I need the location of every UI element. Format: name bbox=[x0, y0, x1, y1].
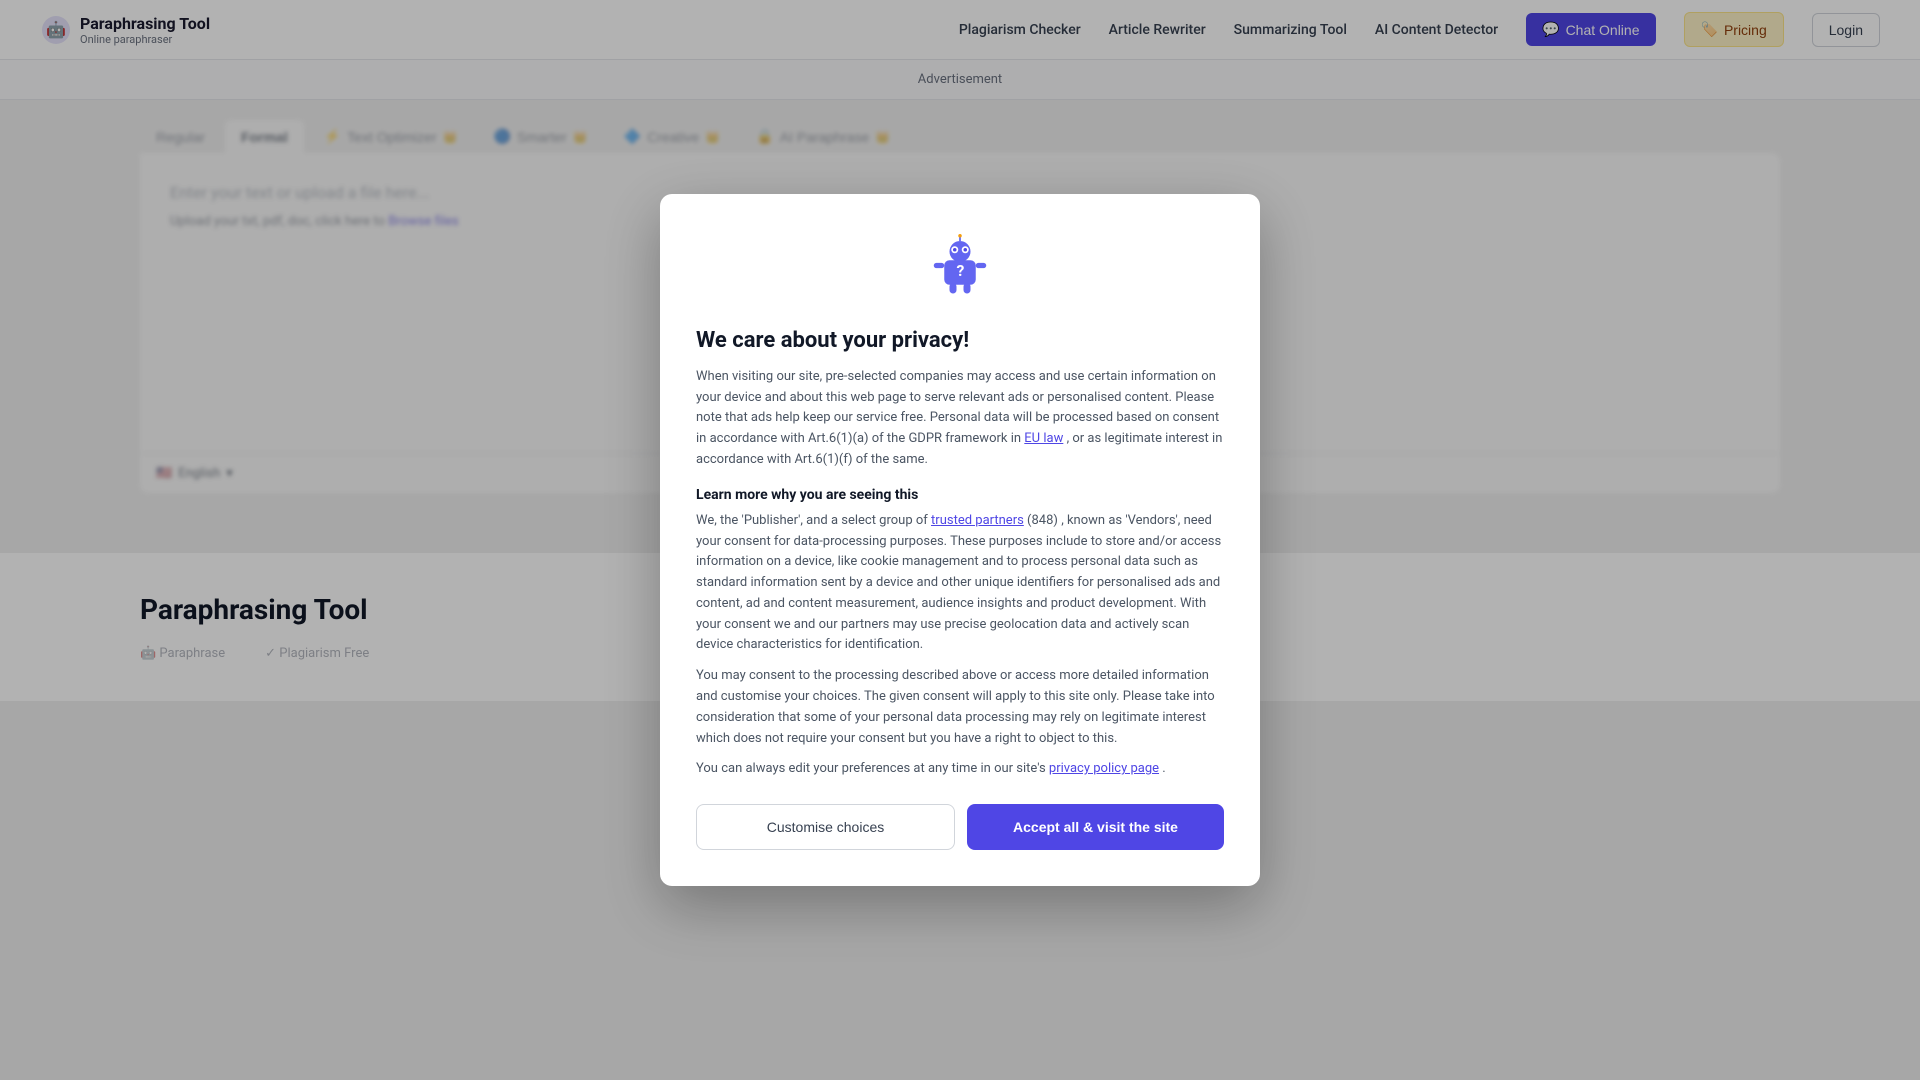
svg-text:?: ? bbox=[957, 261, 965, 280]
eu-law-link[interactable]: EU law bbox=[1024, 431, 1063, 446]
modal-body-2: We, the 'Publisher', and a select group … bbox=[696, 511, 1224, 657]
privacy-modal: ? We care about your privacy! When visit… bbox=[660, 194, 1260, 887]
modal-title: We care about your privacy! bbox=[696, 328, 1224, 353]
modal-body-3: You may consent to the processing descri… bbox=[696, 666, 1224, 749]
modal-actions: Customise choices Accept all & visit the… bbox=[696, 804, 1224, 850]
modal-robot-icon: ? bbox=[696, 234, 1224, 308]
modal-body-4: You can always edit your preferences at … bbox=[696, 759, 1224, 780]
customise-choices-button[interactable]: Customise choices bbox=[696, 804, 955, 850]
modal-overlay: ? We care about your privacy! When visit… bbox=[0, 0, 1920, 1080]
privacy-policy-link[interactable]: privacy policy page bbox=[1049, 761, 1159, 776]
accept-all-button[interactable]: Accept all & visit the site bbox=[967, 804, 1224, 850]
modal-learn-title: Learn more why you are seeing this bbox=[696, 487, 1224, 503]
modal-body-1: When visiting our site, pre-selected com… bbox=[696, 367, 1224, 471]
trusted-partners-link[interactable]: trusted partners bbox=[931, 513, 1024, 528]
